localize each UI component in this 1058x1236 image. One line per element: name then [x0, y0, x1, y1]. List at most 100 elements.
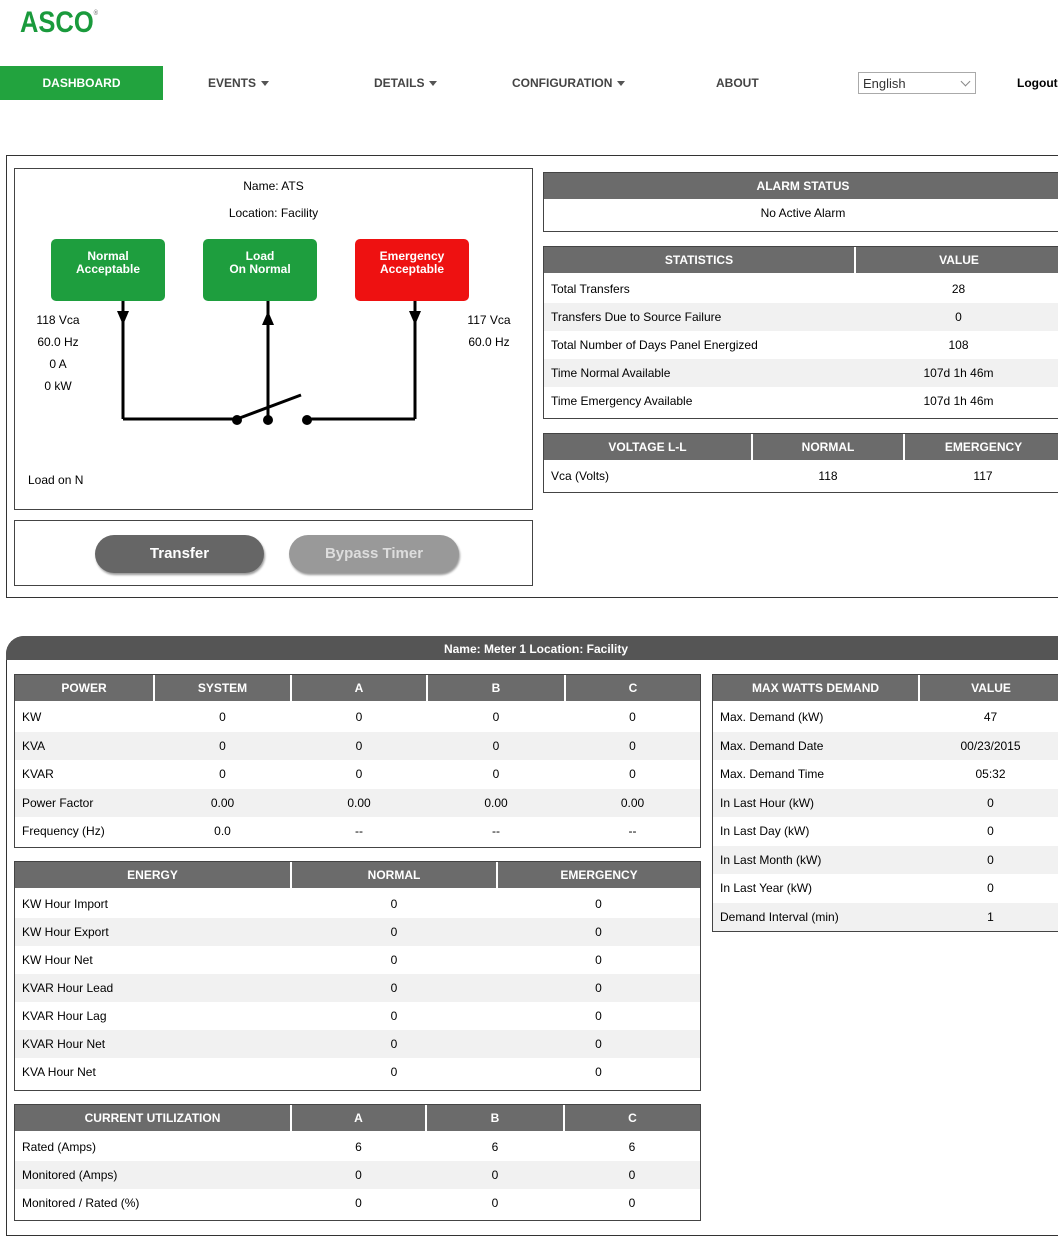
bypass-timer-button[interactable]: Bypass Timer	[289, 535, 459, 573]
logout-link[interactable]: Logout	[1017, 76, 1058, 90]
table-cell: KW	[22, 710, 42, 725]
table-cell: 117	[973, 469, 993, 483]
table-cell: 0	[492, 710, 500, 725]
table-cell: 0.00	[154, 788, 291, 817]
table-cell: 107d 1h 46m	[855, 359, 1058, 387]
table-cell: 0	[497, 974, 700, 1002]
table-cell: 0	[355, 1196, 362, 1210]
table-row: Max. Demand Date 00/23/2015	[713, 731, 1058, 760]
table-cell: 0	[855, 303, 1058, 331]
table-cell: KVAR Hour Lag	[22, 1009, 107, 1023]
table-cell: Max. Demand Date	[713, 731, 919, 760]
table-cell: KVAR	[22, 767, 54, 782]
table-row: Max. Demand (kW) 47	[713, 702, 1058, 732]
column-header: A	[290, 675, 427, 703]
table-row: KVAR Hour Lag 0 0	[15, 1002, 700, 1030]
table-row: KVAR Hour Lead 0 0	[15, 974, 700, 1002]
table-cell: 0	[154, 731, 291, 760]
load-status-text: Load on N	[28, 473, 84, 487]
table-row: Max. Demand Time 05:32	[713, 760, 1058, 789]
table-cell: 0	[492, 767, 500, 782]
table-cell: In Last Month (kW)	[713, 845, 919, 874]
table-row: Frequency (Hz) 0.0 -- -- --	[15, 817, 700, 846]
table-cell: Time Emergency Available	[551, 394, 693, 408]
table-row: Time Normal Available 107d 1h 46m	[544, 359, 1058, 387]
table-cell: 6	[628, 1140, 636, 1154]
table-cell: 0	[291, 731, 427, 760]
table-cell: 0	[427, 731, 565, 760]
column-header: B	[426, 675, 565, 703]
table-cell: --	[492, 824, 500, 839]
table-cell: 0	[987, 824, 994, 839]
column-header: ENERGY	[15, 862, 291, 890]
language-select[interactable]: English	[858, 72, 976, 94]
column-header: VALUE	[918, 675, 1058, 703]
transfer-button[interactable]: Transfer	[95, 535, 264, 573]
max-watts-demand-table: MAX WATTS DEMAND VALUE Max. Demand (kW) 47…	[712, 674, 1058, 932]
table-row: Total Number of Days Panel Energized 108	[544, 331, 1058, 359]
column-header: C	[564, 675, 700, 703]
table-row: KVA Hour Net 0 0	[15, 1058, 700, 1086]
table-row: KW Hour Export 0 0	[15, 918, 700, 946]
table-cell: KW Hour Import	[22, 897, 109, 911]
table-row: KW 0 0 0 0	[15, 702, 700, 732]
table-row: In Last Hour (kW) 0	[713, 788, 1058, 817]
column-header: EMERGENCY	[496, 862, 700, 890]
table-cell: Rated (Amps)	[22, 1140, 97, 1154]
table-cell: 0	[595, 1009, 602, 1023]
table-row: KW Hour Net 0 0	[15, 946, 700, 974]
table-row: KVAR Hour Net 0 0	[15, 1030, 700, 1058]
table-cell: KVAR Hour Lead	[15, 974, 291, 1002]
table-cell: 0	[565, 731, 700, 760]
table-cell: 118	[818, 469, 838, 483]
table-cell: 0	[491, 1196, 499, 1210]
nav-dashboard[interactable]: DASHBOARD	[0, 66, 163, 100]
nav-details[interactable]: DETAILS	[374, 66, 438, 100]
column-header: NORMAL	[751, 434, 904, 462]
nav-configuration[interactable]: CONFIGURATION	[512, 66, 626, 100]
table-cell: 0	[628, 1196, 636, 1210]
table-cell: --	[355, 824, 363, 839]
table-cell: 0	[291, 1161, 426, 1189]
table-cell: 0	[629, 710, 636, 725]
table-cell: 0.00	[291, 788, 427, 817]
table-cell: 0	[595, 953, 602, 967]
table-cell: 6	[355, 1140, 362, 1154]
table-cell: --	[628, 824, 637, 839]
column-header: C	[563, 1105, 700, 1133]
table-cell: KW Hour Net	[22, 953, 93, 967]
table-cell: Max. Demand Time	[720, 767, 825, 782]
ats-diagram: Name: ATS Location: Facility Normal Accep…	[14, 168, 533, 510]
table-cell: 05:32	[975, 767, 1006, 782]
table-cell: 0	[219, 767, 226, 782]
table-cell: 0.00	[565, 788, 700, 817]
chevron-down-icon	[617, 81, 626, 87]
power-table: POWER SYSTEM A B C KW 0 0 0 0 KVA 0 0 0 0 KVAR 0 0 0 0 P…	[14, 674, 701, 848]
table-cell: 0	[291, 1030, 497, 1058]
alarm-status-header: ALARM STATUS	[544, 173, 1058, 199]
table-row: Monitored (Amps) 0 0 0	[15, 1161, 700, 1189]
table-row: Time Emergency Available 107d 1h 46m	[544, 387, 1058, 415]
emergency-measurements: 117 Vca 60.0 Hz	[467, 313, 511, 349]
table-cell: Monitored (Amps)	[15, 1161, 291, 1189]
table-cell: Demand Interval (min)	[713, 902, 919, 931]
table-cell: 0	[564, 1161, 700, 1189]
column-header: VALUE	[854, 247, 1058, 275]
nav-about[interactable]: ABOUT	[716, 66, 759, 100]
table-cell: 0	[355, 710, 363, 725]
table-cell: KVAR Hour Net	[15, 1030, 291, 1058]
table-row: In Last Year (kW) 0	[713, 874, 1058, 903]
transfer-switch-diagram	[117, 301, 421, 425]
column-header: EMERGENCY	[903, 434, 1058, 462]
normal-measurements: 118 Vca 60.0 Hz 0 A 0 kW	[36, 313, 80, 393]
table-row: In Last Month (kW) 0	[713, 845, 1058, 874]
alarm-status-value: No Active Alarm	[760, 206, 846, 220]
current-utilization-table: CURRENT UTILIZATION A B C Rated (Amps) 6 6 6 M…	[14, 1104, 701, 1221]
column-header: VOLTAGE L-L	[544, 434, 752, 462]
ats-controls: Transfer Bypass Timer	[14, 520, 533, 586]
table-cell: Vca (Volts)	[551, 469, 610, 483]
nav-events[interactable]: EVENTS	[208, 66, 270, 100]
table-cell: 0	[919, 788, 1058, 817]
table-row: KVA 0 0 0 0	[15, 731, 700, 760]
chevron-down-icon	[261, 81, 270, 87]
